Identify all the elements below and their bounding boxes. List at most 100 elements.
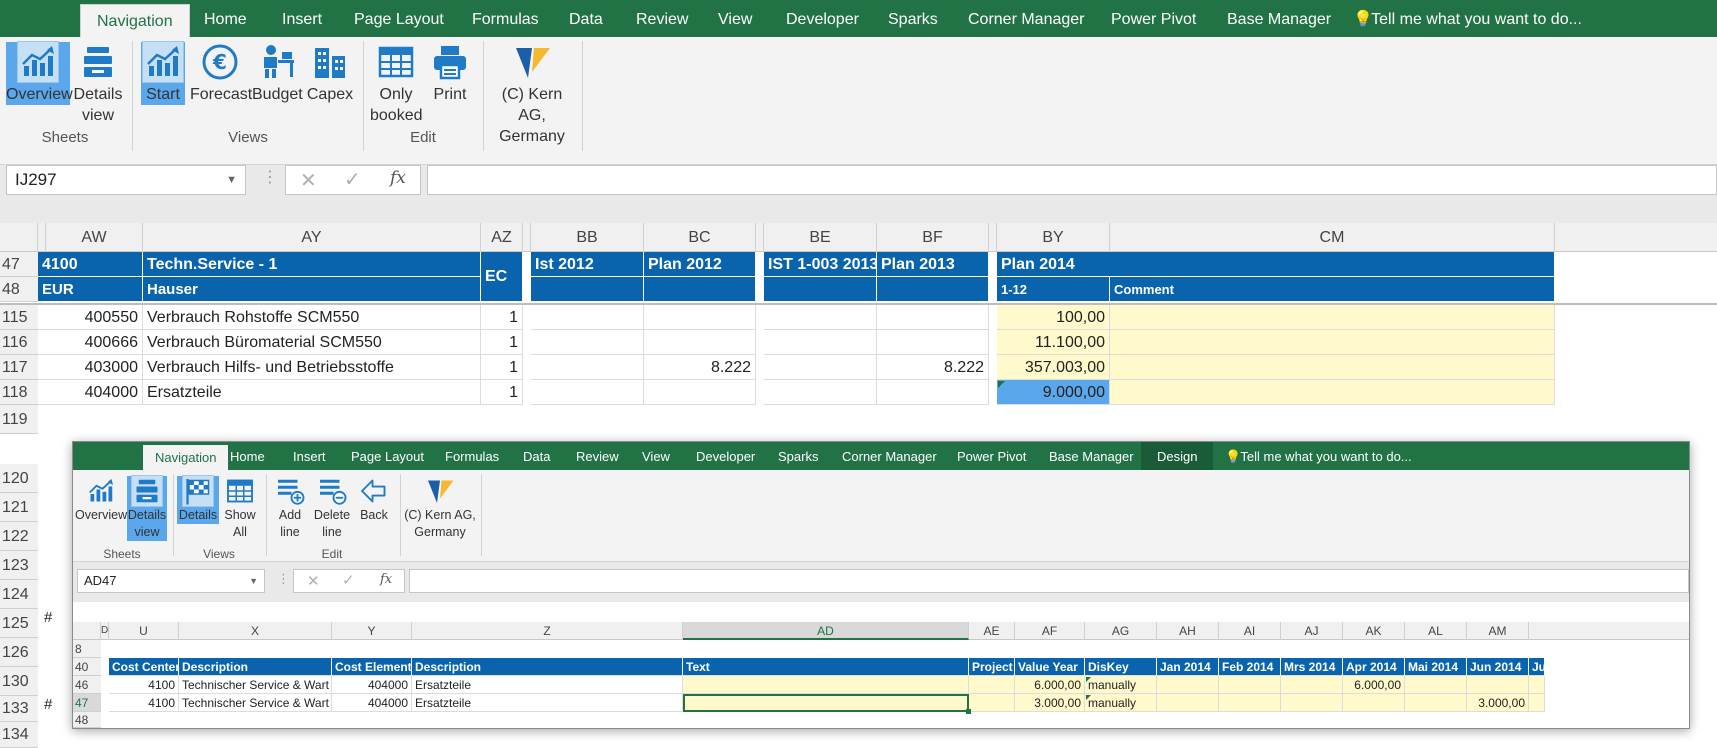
cancel-icon[interactable]: ✕: [307, 572, 320, 590]
tab-navigation[interactable]: Navigation: [80, 4, 190, 37]
cell-ist-2012[interactable]: [531, 330, 644, 355]
tell-me-box[interactable]: 💡 Tell me what you want to do...: [1353, 0, 1717, 37]
cell-ist-2013[interactable]: [764, 355, 877, 380]
header-plan-2012[interactable]: Plan 2012: [644, 252, 756, 277]
th-mrs-2014[interactable]: Mrs 2014: [1281, 658, 1343, 676]
details-view-button[interactable]: Details view: [72, 42, 124, 126]
tab-corner-manager[interactable]: Corner Manager: [968, 0, 1085, 37]
formula-input[interactable]: [427, 165, 1717, 195]
cell-plan-2012[interactable]: [644, 305, 756, 330]
tab-developer[interactable]: Developer: [786, 0, 859, 37]
cell-plan-2012[interactable]: [644, 380, 756, 405]
header-plan-2013[interactable]: Plan 2013: [877, 252, 989, 277]
cell-jan[interactable]: [1157, 694, 1219, 712]
inner-show-all-button[interactable]: Show All: [221, 476, 259, 541]
th-description-2[interactable]: Description: [412, 658, 683, 676]
column-header-by[interactable]: BY: [997, 223, 1110, 252]
cell-description-2[interactable]: Ersatzteile: [412, 694, 683, 712]
inner-kern-logo-button[interactable]: (C) Kern AG, Germany: [403, 476, 477, 541]
cell-plan-2013[interactable]: [877, 330, 989, 355]
row-header[interactable]: 124: [0, 580, 38, 609]
header-ist-2012[interactable]: Ist 2012: [531, 252, 644, 277]
column-header-x[interactable]: X: [179, 622, 332, 640]
enter-icon[interactable]: ✓: [342, 571, 355, 589]
cell-comment[interactable]: [1110, 330, 1555, 355]
th-diskey[interactable]: DisKey: [1085, 658, 1157, 676]
row-header[interactable]: 117: [0, 355, 38, 380]
cell-ist-2013[interactable]: [764, 330, 877, 355]
cell-plan-2012[interactable]: [644, 330, 756, 355]
cell-ec[interactable]: 1: [481, 380, 523, 405]
column-header-z[interactable]: Z: [412, 622, 683, 640]
cell-ec[interactable]: 1: [481, 330, 523, 355]
column-header-ay[interactable]: AY: [143, 223, 481, 252]
cell-plan-2013[interactable]: [877, 305, 989, 330]
column-header-bc[interactable]: BC: [644, 223, 756, 252]
inner-tab-formulas[interactable]: Formulas: [445, 442, 499, 470]
header-cost-center-name[interactable]: Techn.Service - 1: [143, 252, 481, 277]
column-header-bf[interactable]: BF: [877, 223, 989, 252]
column-header-af[interactable]: AF: [1015, 622, 1085, 640]
column-header-ai[interactable]: AI: [1219, 622, 1281, 640]
cell-cost-element[interactable]: 403000: [38, 355, 143, 380]
inner-tab-page-layout[interactable]: Page Layout: [351, 442, 424, 470]
inner-tab-corner-manager[interactable]: Corner Manager: [842, 442, 937, 470]
inner-tab-navigation[interactable]: Navigation: [143, 445, 229, 470]
tab-base-manager[interactable]: Base Manager: [1227, 0, 1331, 37]
inner-tab-base-manager[interactable]: Base Manager: [1049, 442, 1134, 470]
tab-review[interactable]: Review: [636, 0, 688, 37]
cell-feb[interactable]: [1219, 676, 1281, 694]
chevron-down-icon[interactable]: ▼: [226, 166, 237, 194]
cell-text[interactable]: [683, 676, 969, 694]
row-header[interactable]: 130: [0, 667, 38, 696]
header-cost-center[interactable]: 4100: [38, 252, 143, 277]
select-all-corner[interactable]: [0, 223, 38, 252]
column-header-ak[interactable]: AK: [1343, 622, 1405, 640]
th-project[interactable]: Project: [969, 658, 1015, 676]
cell-cost-center[interactable]: 4100: [109, 676, 179, 694]
column-header-al[interactable]: AL: [1405, 622, 1467, 640]
column-header[interactable]: [523, 223, 531, 252]
cell-comment[interactable]: [1110, 305, 1555, 330]
cell-comment[interactable]: [1110, 355, 1555, 380]
row-header-8[interactable]: 8: [73, 640, 101, 658]
cell-text-active[interactable]: [683, 694, 969, 712]
inner-tab-review[interactable]: Review: [576, 442, 619, 470]
row-header[interactable]: 133: [0, 696, 38, 722]
cell-ist-2012[interactable]: [531, 305, 644, 330]
column-header-ag[interactable]: AG: [1085, 622, 1157, 640]
th-value-year[interactable]: Value Year: [1015, 658, 1085, 676]
inner-name-box[interactable]: AD47 ▼: [77, 569, 265, 593]
inner-tab-home[interactable]: Home: [230, 442, 265, 470]
header-ist-2013[interactable]: IST 1-003 2013: [764, 252, 877, 277]
column-header-aw[interactable]: AW: [46, 223, 143, 252]
cell-jan[interactable]: [1157, 676, 1219, 694]
cell-apr[interactable]: [1343, 694, 1405, 712]
cell-ec[interactable]: 1: [481, 305, 523, 330]
cell-jul[interactable]: [1529, 676, 1545, 694]
column-header-y[interactable]: Y: [332, 622, 412, 640]
row-header[interactable]: 120: [0, 464, 38, 493]
delete-line-button[interactable]: Delete line: [311, 476, 353, 541]
row-header[interactable]: 121: [0, 493, 38, 522]
forecast-button[interactable]: € Forecast: [190, 42, 252, 105]
cell-description[interactable]: Verbrauch Rohstoffe SCM550: [143, 305, 481, 330]
tab-home[interactable]: Home: [204, 0, 247, 37]
cell-diskey[interactable]: manually: [1085, 694, 1157, 712]
cell-mai[interactable]: [1405, 694, 1467, 712]
inner-tell-me-box[interactable]: 💡 Tell me what you want to do...: [1225, 442, 1525, 470]
cell-mrs[interactable]: [1281, 694, 1343, 712]
cell-value-year[interactable]: 3.000,00: [1015, 694, 1085, 712]
cell-comment[interactable]: [1110, 380, 1555, 405]
cell-value-year[interactable]: 6.000,00: [1015, 676, 1085, 694]
th-description[interactable]: Description: [179, 658, 332, 676]
row-header-47[interactable]: 47: [73, 694, 101, 712]
cell-cost-element[interactable]: 400666: [38, 330, 143, 355]
inner-tab-insert[interactable]: Insert: [293, 442, 326, 470]
cell-description-2[interactable]: Ersatzteile: [412, 676, 683, 694]
column-header-ae[interactable]: AE: [969, 622, 1015, 640]
cell-description[interactable]: Verbrauch Büromaterial SCM550: [143, 330, 481, 355]
column-header-am[interactable]: AM: [1467, 622, 1529, 640]
inner-details-button[interactable]: Details: [177, 475, 219, 524]
cell-plan-2014[interactable]: 357.003,00: [997, 355, 1110, 380]
